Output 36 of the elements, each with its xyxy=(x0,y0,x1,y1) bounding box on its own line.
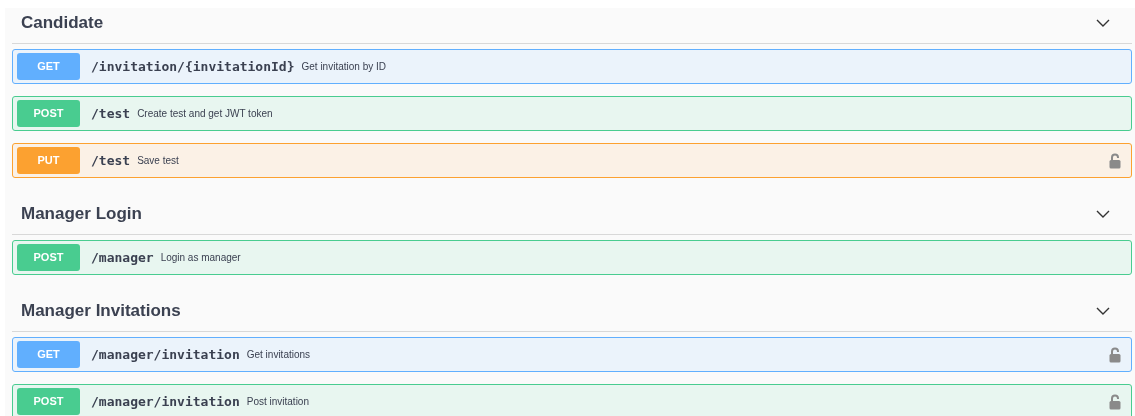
padlock-icon[interactable] xyxy=(1109,152,1121,169)
endpoint-summary: Post invitation xyxy=(246,395,309,409)
section-title: Manager Login xyxy=(21,202,142,225)
section-header[interactable]: Candidate xyxy=(12,8,1132,44)
endpoint-summary: Get invitations xyxy=(246,348,311,362)
operation-row[interactable]: POST /test Create test and get JWT token xyxy=(12,96,1132,131)
method-badge: POST xyxy=(17,388,80,415)
method-badge: GET xyxy=(17,53,80,80)
padlock-icon[interactable] xyxy=(1109,393,1121,410)
endpoint-path: /manager/invitation xyxy=(91,392,240,411)
endpoint-summary: Login as manager xyxy=(160,251,241,265)
chevron-icon[interactable] xyxy=(1096,18,1110,27)
operation-row[interactable]: GET /manager/invitation Get invitations xyxy=(12,337,1132,372)
method-badge: PUT xyxy=(17,147,80,174)
chevron-icon[interactable] xyxy=(1096,306,1110,315)
endpoint-path: /manager xyxy=(91,248,154,267)
method-badge: GET xyxy=(17,341,80,368)
operation-row[interactable]: POST /manager/invitation Post invitation xyxy=(12,384,1132,416)
endpoint-path: /test xyxy=(91,104,131,123)
endpoint-summary: Create test and get JWT token xyxy=(137,107,273,121)
chevron-icon[interactable] xyxy=(1096,209,1110,218)
operation-row[interactable]: PUT /test Save test xyxy=(12,143,1132,178)
padlock-icon[interactable] xyxy=(1109,346,1121,363)
section-title: Candidate xyxy=(21,11,104,34)
section-title: Manager Invitations xyxy=(21,299,181,322)
endpoint-path: /manager/invitation xyxy=(91,345,240,364)
method-badge: POST xyxy=(17,100,80,127)
operation-row[interactable]: POST /manager Login as manager xyxy=(12,240,1132,275)
endpoint-path: /invitation/{invitationId} xyxy=(91,57,295,76)
operation-row[interactable]: GET /invitation/{invitationId} Get invitation by ID xyxy=(12,49,1132,84)
section-header[interactable]: Manager Login xyxy=(12,199,1132,235)
endpoint-path: /test xyxy=(91,151,131,170)
section-header[interactable]: Manager Invitations xyxy=(12,296,1132,332)
method-badge: POST xyxy=(17,244,80,271)
endpoint-summary: Save test xyxy=(137,154,179,168)
endpoint-summary: Get invitation by ID xyxy=(301,60,386,74)
